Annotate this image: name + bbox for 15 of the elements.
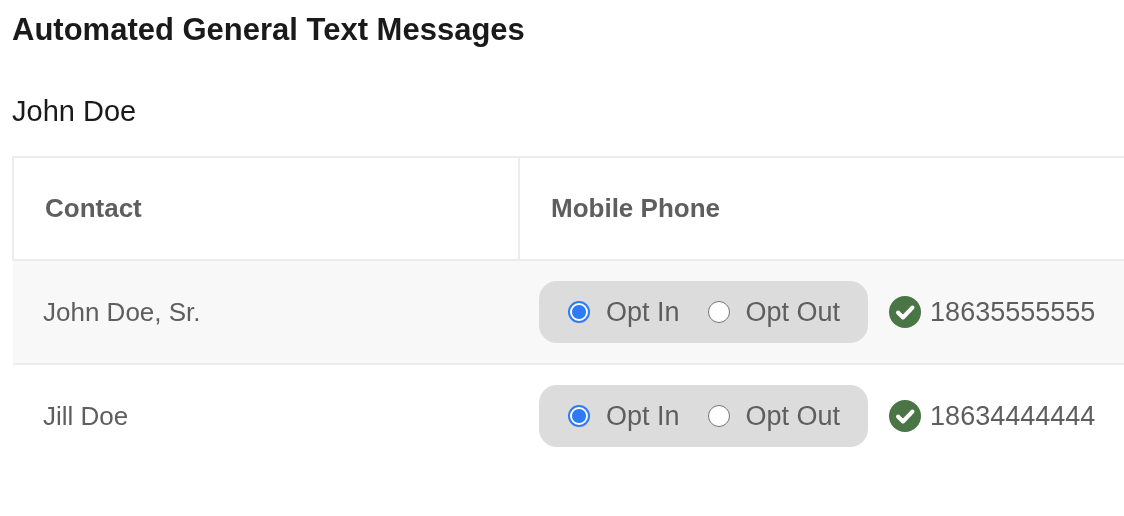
column-header: Contact (13, 157, 519, 260)
radio-option[interactable]: Opt Out (707, 400, 841, 432)
radio-option[interactable]: Opt In (568, 296, 680, 328)
column-header: Mobile Phone (519, 157, 1124, 260)
table-cell: John Doe, Sr. (13, 260, 519, 364)
page-title: Automated General Text Messages (12, 11, 526, 49)
customer-name: John Doe (12, 94, 138, 128)
phone-number: 18634444444 (930, 400, 1096, 432)
radio-icon[interactable] (568, 301, 590, 323)
radio-icon[interactable] (707, 301, 730, 323)
radio-option[interactable]: Opt In (568, 400, 680, 432)
radio-option[interactable]: Opt Out (707, 296, 841, 328)
radio-icon[interactable] (568, 405, 590, 427)
radio-icon[interactable] (707, 405, 730, 427)
phone-number: 18635555555 (930, 296, 1096, 328)
